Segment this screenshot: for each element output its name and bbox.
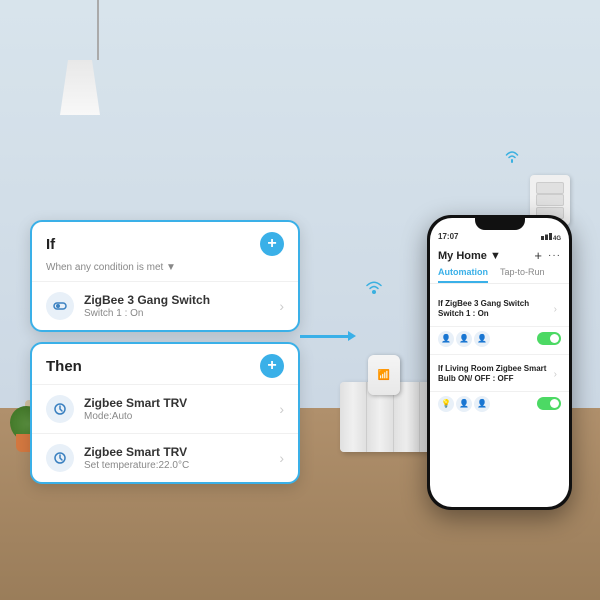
switch-button-2[interactable]: [536, 194, 564, 206]
if-card-item-switch[interactable]: ZigBee 3 Gang Switch Switch 1 : On ›: [32, 281, 298, 330]
rule-2-icon-bulb: 💡: [438, 396, 454, 412]
then-item-2-sub: Set temperature:22.0°C: [84, 460, 279, 471]
switch-icon: [46, 292, 74, 320]
phone-home-title[interactable]: My Home ▼: [438, 250, 501, 262]
phone-rule-2-row[interactable]: If Living Room Zigbee Smart Bulb ON/ OFF…: [430, 358, 569, 392]
phone-plus-button[interactable]: +: [534, 248, 542, 263]
lamp-shade: [60, 60, 100, 115]
rule-2-icon-person-1: 👤: [456, 396, 472, 412]
arrow-connector: [300, 335, 350, 338]
phone-rule-1-icons: 👤 👤 👤: [430, 327, 569, 351]
then-item-1-arrow-icon: ›: [279, 401, 284, 417]
wifi-wall-icon: [502, 148, 522, 167]
phone-rule-1-toggle[interactable]: [537, 332, 561, 345]
phone-screen: 17:07 4G My Home ▼ + ··· Automation Tap-…: [430, 218, 569, 507]
then-card-title: Then: [46, 358, 82, 375]
then-card-add-button[interactable]: +: [260, 354, 284, 378]
if-card-title: If: [46, 236, 55, 253]
if-item-content: ZigBee 3 Gang Switch Switch 1 : On: [84, 293, 279, 319]
rule-icon-person-2: 👤: [456, 331, 472, 347]
if-card: If + When any condition is met ▼ ZigBee …: [30, 220, 300, 332]
phone-rule-1-arrow-icon: ›: [554, 304, 557, 315]
phone-rule-2-icons: 💡 👤 👤: [430, 392, 569, 416]
rule-2-icon-person-2: 👤: [474, 396, 490, 412]
phone-tabs: Automation Tap-to-Run: [430, 267, 569, 284]
rule-icon-person-3: 👤: [474, 331, 490, 347]
if-card-header: If +: [32, 222, 298, 262]
if-item-title: ZigBee 3 Gang Switch: [84, 293, 279, 307]
then-item-1-sub: Mode:Auto: [84, 411, 279, 422]
phone-notch: [475, 218, 525, 230]
phone-more-button[interactable]: ···: [548, 250, 561, 261]
rule-icon-person-1: 👤: [438, 331, 454, 347]
phone-header: My Home ▼ + ···: [430, 246, 569, 267]
then-card: Then + Zigbee Smart TRV Mode:Auto ›: [30, 342, 300, 484]
switch-button-1[interactable]: [536, 182, 564, 194]
if-card-add-button[interactable]: +: [260, 232, 284, 256]
then-card-item-1[interactable]: Zigbee Smart TRV Mode:Auto ›: [32, 384, 298, 433]
then-item-2-title: Zigbee Smart TRV: [84, 445, 279, 459]
phone-signal: 4G: [541, 232, 561, 242]
trv-wifi-icon: 📶: [378, 370, 390, 381]
phone-rule-2-text: If Living Room Zigbee Smart Bulb ON/ OFF…: [438, 364, 554, 385]
then-card-item-2[interactable]: Zigbee Smart TRV Set temperature:22.0°C …: [32, 433, 298, 482]
then-card-header: Then +: [32, 344, 298, 384]
trv-icon-1: [46, 395, 74, 423]
if-card-subtitle: When any condition is met ▼: [32, 262, 298, 281]
lamp-cord: [97, 0, 99, 60]
trv-device: 📶: [368, 355, 400, 395]
phone-rule-2-arrow-icon: ›: [554, 369, 557, 380]
wifi-signal-trv: [363, 278, 385, 301]
phone-content: If ZigBee 3 Gang Switch Switch 1 : On › …: [430, 284, 569, 507]
arrow-line: [300, 335, 350, 338]
phone-mockup: 17:07 4G My Home ▼ + ··· Automation Tap-…: [427, 215, 572, 510]
phone-rule-1[interactable]: If ZigBee 3 Gang Switch Switch 1 : On › …: [430, 290, 569, 355]
automation-cards: If + When any condition is met ▼ ZigBee …: [30, 220, 300, 494]
then-item-1-title: Zigbee Smart TRV: [84, 396, 279, 410]
phone-rule-1-text: If ZigBee 3 Gang Switch Switch 1 : On: [438, 299, 554, 320]
phone-rule-2-toggle[interactable]: [537, 397, 561, 410]
lamp: [60, 0, 100, 115]
trv-icon-2: [46, 444, 74, 472]
then-item-2-arrow-icon: ›: [279, 450, 284, 466]
phone-rule-1-row[interactable]: If ZigBee 3 Gang Switch Switch 1 : On ›: [430, 293, 569, 327]
radiator-section: [340, 382, 367, 452]
then-item-2-content: Zigbee Smart TRV Set temperature:22.0°C: [84, 445, 279, 471]
tab-taptorun[interactable]: Tap-to-Run: [500, 267, 545, 283]
then-item-1-content: Zigbee Smart TRV Mode:Auto: [84, 396, 279, 422]
svg-text:4G: 4G: [553, 236, 561, 240]
phone-time: 17:07: [438, 232, 458, 242]
tab-automation[interactable]: Automation: [438, 267, 488, 283]
if-item-sub: Switch 1 : On: [84, 308, 279, 319]
arrow-head: [348, 331, 356, 341]
phone-rule-2[interactable]: If Living Room Zigbee Smart Bulb ON/ OFF…: [430, 355, 569, 419]
if-item-arrow-icon: ›: [279, 298, 284, 314]
